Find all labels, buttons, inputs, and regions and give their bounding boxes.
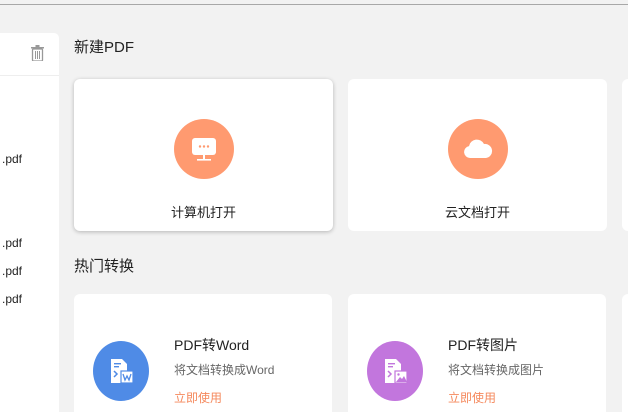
- pdf-to-image-icon: [367, 341, 423, 401]
- pdf-to-image-card[interactable]: PDF转图片 将文档转换成图片 立即使用: [348, 294, 606, 412]
- section-title-new-pdf: 新建PDF: [74, 39, 135, 56]
- use-now-link[interactable]: 立即使用: [448, 389, 496, 406]
- open-cloud-doc-card[interactable]: 云文档打开: [348, 79, 607, 231]
- card-title: PDF转Word: [174, 337, 250, 353]
- card-label: 云文档打开: [444, 205, 510, 220]
- pdf-to-word-icon: [93, 341, 149, 401]
- pdf-to-word-card[interactable]: PDF转Word 将文档转换成Word 立即使用: [74, 294, 332, 412]
- cloud-icon: [448, 119, 508, 179]
- card-label: 计算机打开: [170, 205, 236, 220]
- file-item[interactable]: .pdf: [2, 292, 22, 306]
- file-item[interactable]: .pdf: [2, 152, 22, 166]
- sidebar-header: [0, 33, 59, 76]
- use-now-link[interactable]: 立即使用: [174, 389, 222, 406]
- card-title: PDF转图片: [448, 337, 518, 353]
- section-title-hot-conversions: 热门转换: [74, 258, 135, 275]
- file-item[interactable]: .pdf: [2, 236, 22, 250]
- card-description: 将文档转换成图片: [448, 363, 545, 377]
- computer-icon: [174, 119, 234, 179]
- partial-card[interactable]: [622, 294, 628, 412]
- partial-card[interactable]: [622, 79, 628, 231]
- trash-icon[interactable]: [31, 45, 44, 61]
- card-description: 将文档转换成Word: [174, 363, 275, 377]
- open-from-computer-card[interactable]: 计算机打开: [74, 79, 333, 231]
- file-item[interactable]: .pdf: [2, 264, 22, 278]
- window-top-border: [0, 4, 628, 5]
- recent-files-sidebar: .pdf .pdf .pdf .pdf: [0, 33, 59, 412]
